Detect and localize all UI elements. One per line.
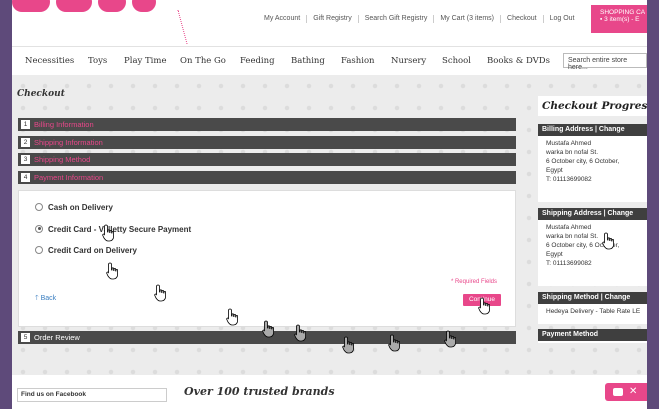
nav-item-necessities[interactable]: Necessities [25,56,74,66]
billing-line: Mustafa Ahmed [546,140,592,147]
step-number: 5 [21,332,30,342]
shipping-line: T: 01113699082 [546,260,592,267]
option-label: Credit Card on Delivery [48,246,137,255]
step-number: 1 [21,119,30,129]
step-label: Shipping Information [34,138,103,147]
step-shipping-information[interactable]: 2 Shipping Information [18,136,516,149]
step-shipping-method[interactable]: 3 Shipping Method [18,153,516,166]
shipping-method-box: Shipping Method | Change Hedeya Delivery… [538,292,647,324]
option-label: Cash on Delivery [48,203,113,212]
billing-address-header[interactable]: Billing Address | Change [538,124,647,136]
radio-cash[interactable] [35,202,43,211]
shipping-address-box: Shipping Address | Change Mustafa Ahmed … [538,208,647,286]
billing-line: warka bn nofal St. [546,149,599,156]
payment-option-credit-on-delivery[interactable]: Credit Card on Delivery [35,245,137,255]
step-label: Order Review [34,333,80,342]
arrow-up-icon: 🡑 [35,295,39,302]
billing-line: Egypt [546,167,563,174]
payment-option-cash[interactable]: Cash on Delivery [35,202,113,212]
step-number: 2 [21,137,30,147]
hand-pointer-icon [262,320,276,338]
footer-area: Find us on Facebook Over 100 trusted bra… [12,375,647,409]
payment-method-box: Payment Method [538,329,647,343]
link-checkout[interactable]: Checkout [500,15,543,23]
top-links: My Account Gift Registry Search Gift Reg… [258,15,581,23]
step-payment-information[interactable]: 4 Payment Information [18,171,516,184]
link-my-cart[interactable]: My Cart (3 items) [433,15,500,23]
chat-button[interactable]: ✕ [605,383,647,401]
hand-pointer-icon [342,336,356,354]
hand-pointer-icon [106,262,120,280]
shipping-method-line: Hedeya Delivery - Table Rate LE [546,308,641,315]
nav-item-feeding[interactable]: Feeding [240,56,275,66]
link-log-out[interactable]: Log Out [542,15,581,23]
radio-credit-on-delivery[interactable] [35,245,43,254]
cart-title: SHOPPING CA [600,9,646,16]
shipping-line: warka bn nofal St. [546,233,599,240]
link-gift-registry[interactable]: Gift Registry [306,15,358,23]
shipping-line: Mustafa Ahmed [546,224,592,231]
brands-heading: Over 100 trusted brands [184,385,335,398]
nav-item-books-dvds[interactable]: Books & DVDs [487,56,550,66]
shipping-line: 6 October city, 6 October, [546,242,620,249]
page-title: Checkout [17,89,65,99]
billing-line: 6 October city, 6 October, [546,158,620,165]
nav-item-toys[interactable]: Toys [88,56,107,66]
cart-summary: 3 item(s) - E [604,16,640,23]
required-fields-note: * Required Fields [450,279,497,285]
hand-pointer-icon [602,232,616,250]
main-nav: Necessities Toys Play Time On The Go Fee… [12,46,647,76]
site-header: My Account Gift Registry Search Gift Reg… [12,0,647,46]
nav-item-on-the-go[interactable]: On The Go [180,56,226,66]
nav-item-bathing[interactable]: Bathing [291,56,325,66]
search-input[interactable]: Search entire store here... [563,53,647,71]
hand-pointer-icon [294,324,308,342]
hand-pointer-icon [102,224,116,242]
hand-pointer-icon [478,297,492,315]
back-label: Back [40,295,57,302]
nav-item-fashion[interactable]: Fashion [341,56,375,66]
billing-line: T: 01113699082 [546,176,592,183]
nav-item-nursery[interactable]: Nursery [391,56,426,66]
hand-pointer-icon [388,334,402,352]
step-label: Billing Information [34,120,94,129]
shipping-line: Egypt [546,251,563,258]
hand-pointer-icon [226,308,240,326]
browser-page: My Account Gift Registry Search Gift Reg… [12,0,647,409]
link-my-account[interactable]: My Account [258,15,306,23]
step-billing-information[interactable]: 1 Billing Information [18,118,516,131]
close-icon[interactable]: ✕ [629,386,637,397]
nav-item-school[interactable]: School [442,56,471,66]
decorative-dotted-line [155,10,188,44]
shopping-cart-button[interactable]: SHOPPING CA ▪ 3 item(s) - E [591,5,647,33]
step-label: Shipping Method [34,155,91,164]
back-link[interactable]: 🡑 Back [35,294,56,305]
site-logo[interactable] [12,0,162,18]
step-number: 4 [21,172,30,182]
cart-icon: ▪ [600,16,603,23]
shipping-address-header[interactable]: Shipping Address | Change [538,208,647,220]
payment-panel: Cash on Delivery Credit Card - Valletty … [18,190,516,327]
nav-item-play-time[interactable]: Play Time [124,56,167,66]
step-number: 3 [21,154,30,164]
checkout-progress-title: Checkout Progress [538,96,647,116]
chat-icon [613,388,623,396]
option-label: Credit Card - Valletty Secure Payment [48,225,192,234]
facebook-box[interactable]: Find us on Facebook [17,388,167,402]
link-search-gift-registry[interactable]: Search Gift Registry [357,15,434,23]
hand-pointer-icon [444,330,458,348]
step-label: Payment Information [34,173,104,182]
radio-credit-card[interactable] [35,224,43,233]
shipping-method-header[interactable]: Shipping Method | Change [538,292,647,304]
payment-method-header: Payment Method [538,329,647,341]
hand-pointer-icon [154,284,168,302]
billing-address-box: Billing Address | Change Mustafa Ahmed w… [538,124,647,202]
